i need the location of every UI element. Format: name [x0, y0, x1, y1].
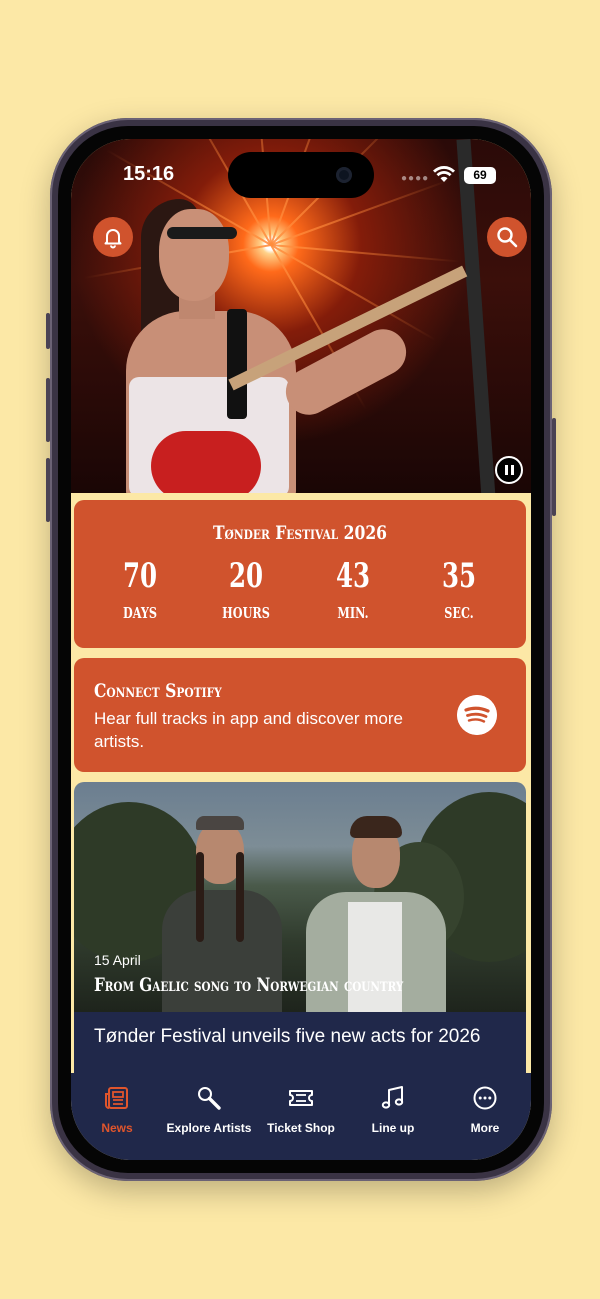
news-headline: From Gaelic song to Norwegian country	[94, 974, 404, 996]
tab-line-up[interactable]: Line up	[347, 1073, 439, 1143]
tab-bar: News Explore Artists Ticket Shop Line up…	[71, 1073, 531, 1160]
tab-explore-artists[interactable]: Explore Artists	[163, 1073, 255, 1143]
tab-label: Explore Artists	[166, 1121, 252, 1135]
artist-right	[306, 802, 446, 1042]
bell-icon	[104, 229, 122, 249]
magnifier-icon	[198, 1087, 221, 1110]
performer-head	[159, 209, 229, 301]
tab-label: More	[470, 1121, 500, 1135]
tab-more[interactable]: More	[439, 1073, 531, 1143]
artist-left	[162, 802, 282, 1040]
screen: 15:16 ●●●● 69 Tønder Festival 2026 70 DA…	[71, 139, 531, 1160]
tab-label: News	[101, 1121, 133, 1135]
music-note-icon	[381, 1086, 404, 1109]
pause-button[interactable]	[495, 456, 523, 484]
sunglasses	[167, 227, 237, 239]
volume-up-button	[46, 378, 50, 442]
phone-frame: 15:16 ●●●● 69 Tønder Festival 2026 70 DA…	[46, 118, 556, 1181]
pause-icon	[504, 465, 508, 475]
more-icon	[473, 1086, 497, 1110]
notifications-button[interactable]	[93, 217, 133, 257]
performer-arm	[277, 321, 415, 423]
tab-news[interactable]: News	[71, 1073, 163, 1143]
side-button	[552, 418, 556, 516]
status-time: 15:16	[123, 163, 175, 185]
countdown-hours: 20 HOURS	[222, 556, 270, 622]
countdown-seconds: 35 SEC.	[441, 556, 477, 622]
action-button	[46, 313, 50, 349]
status-bar: 15:16 ●●●● 69	[71, 139, 531, 203]
volume-down-button	[46, 458, 50, 522]
tab-label: Ticket Shop	[267, 1121, 335, 1135]
countdown-days: 70 DAYS	[122, 556, 158, 622]
dynamic-island	[228, 152, 374, 198]
countdown-minutes: 43 MIN.	[335, 556, 371, 622]
spotify-title: Connect Spotify	[94, 680, 222, 702]
wifi-icon	[433, 166, 455, 182]
spotify-icon[interactable]	[457, 695, 497, 735]
news-card[interactable]: 15 April From Gaelic song to Norwegian c…	[74, 782, 526, 1082]
countdown-title: Tønder Festival 2026	[212, 522, 388, 544]
news-date: 15 April	[94, 952, 141, 968]
guitar-strap	[227, 309, 247, 419]
tab-label: Line up	[371, 1121, 415, 1135]
festival-countdown[interactable]: Tønder Festival 2026 70 DAYS 20 HOURS 43…	[74, 500, 526, 648]
battery-icon: 69	[464, 167, 496, 184]
search-button[interactable]	[487, 217, 527, 257]
news-caption: Tønder Festival unveils five new acts fo…	[74, 1012, 526, 1082]
newspaper-icon	[105, 1087, 128, 1109]
guitar-body	[151, 431, 261, 493]
tab-ticket-shop[interactable]: Ticket Shop	[255, 1073, 347, 1143]
spotify-description: Hear full tracks in app and discover mor…	[94, 709, 403, 751]
search-icon	[497, 227, 518, 248]
cellular-icon: ●●●●	[401, 173, 430, 184]
ticket-icon	[289, 1090, 313, 1106]
connect-spotify-card[interactable]: Connect Spotify Hear full tracks in app …	[74, 658, 526, 772]
camera-icon	[336, 167, 352, 183]
